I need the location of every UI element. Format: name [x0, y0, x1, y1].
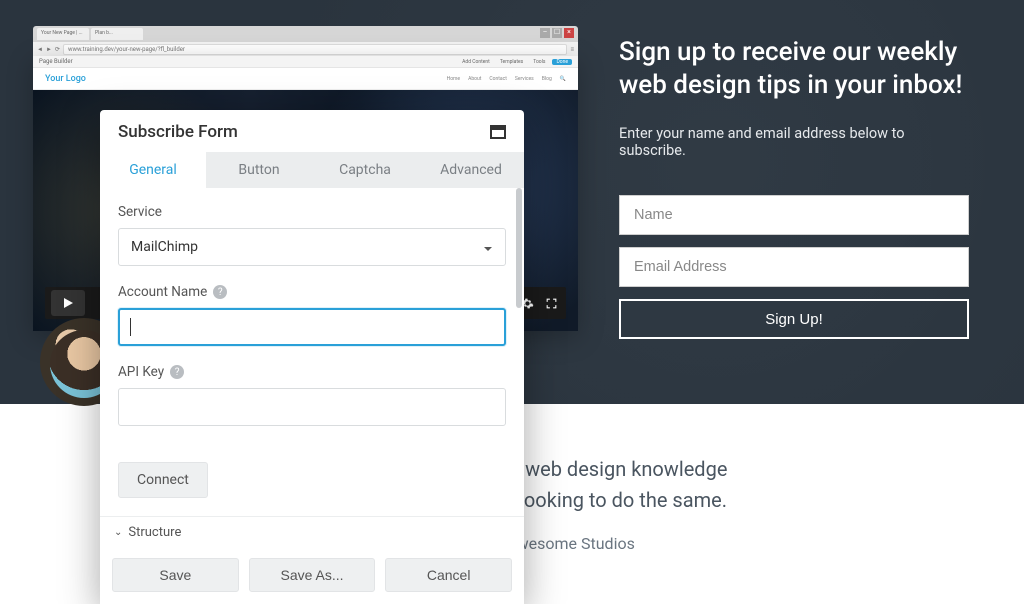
scrollbar[interactable]: [516, 188, 522, 308]
api-key-input[interactable]: [129, 399, 495, 415]
back-icon[interactable]: ◄: [37, 46, 43, 53]
name-input[interactable]: [634, 207, 954, 223]
toolbar-add-content[interactable]: Add Content: [459, 59, 493, 65]
toolbar-done[interactable]: Done: [552, 59, 572, 65]
connect-button[interactable]: Connect: [118, 462, 208, 498]
play-button[interactable]: [51, 290, 85, 316]
service-value: MailChimp: [131, 239, 198, 255]
browser-tab[interactable]: Your New Page | ...: [37, 28, 89, 40]
modal-title: Subscribe Form: [118, 122, 238, 142]
headline: Sign up to receive our weekly web design…: [619, 36, 969, 101]
browser-tab[interactable]: Plan b...: [91, 28, 143, 40]
toolbar-tools[interactable]: Tools: [530, 59, 548, 65]
modal-tabs: General Button Captcha Advanced: [100, 152, 524, 188]
signup-button[interactable]: Sign Up!: [619, 299, 969, 339]
save-button[interactable]: Save: [112, 558, 239, 592]
account-name-input[interactable]: [131, 319, 494, 335]
site-nav: Home About Contact Services Blog 🔍: [447, 76, 566, 82]
structure-toggle[interactable]: ⌄ Structure: [100, 516, 524, 548]
maximize-icon[interactable]: ☐: [552, 28, 562, 38]
name-field[interactable]: [619, 195, 969, 235]
email-field[interactable]: [619, 247, 969, 287]
forward-icon[interactable]: ►: [46, 46, 52, 53]
nav-item[interactable]: Home: [447, 76, 460, 82]
tab-advanced[interactable]: Advanced: [418, 152, 524, 188]
service-select[interactable]: MailChimp: [118, 228, 506, 266]
modal-footer: Save Save As... Cancel: [100, 548, 524, 604]
chevron-down-icon: ⌄: [114, 527, 122, 538]
menu-icon[interactable]: ≡: [570, 46, 574, 53]
tab-general[interactable]: General: [100, 152, 206, 188]
browser-tabs: Your New Page | ... Plan b...: [33, 26, 578, 42]
chevron-down-icon: [483, 242, 493, 252]
close-icon[interactable]: ×: [564, 28, 574, 38]
window-icon[interactable]: [490, 125, 506, 139]
account-name-label: Account Name ?: [118, 284, 506, 300]
help-icon[interactable]: ?: [213, 285, 227, 299]
subscribe-form-modal: Subscribe Form General Button Captcha Ad…: [100, 110, 524, 604]
browser-chrome: – ☐ × Your New Page | ... Plan b... ◄ ► …: [33, 26, 578, 56]
window-controls: – ☐ ×: [540, 28, 574, 38]
site-logo: Your Logo: [45, 74, 86, 84]
url-field[interactable]: www.training.dev/your-new-page/?fl_build…: [63, 44, 568, 55]
app-title: Page Builder: [39, 58, 73, 65]
minimize-icon[interactable]: –: [540, 28, 550, 38]
nav-item[interactable]: Blog: [542, 76, 552, 82]
api-key-label: API Key ?: [118, 364, 506, 380]
subheadline: Enter your name and email address below …: [619, 125, 969, 159]
nav-item[interactable]: About: [468, 76, 481, 82]
reload-icon[interactable]: ⟳: [55, 46, 60, 53]
fullscreen-icon[interactable]: [542, 294, 560, 312]
account-name-field[interactable]: [118, 308, 506, 346]
tab-button[interactable]: Button: [206, 152, 312, 188]
nav-item[interactable]: Contact: [489, 76, 506, 82]
cancel-button[interactable]: Cancel: [385, 558, 512, 592]
signup-column: Sign up to receive our weekly web design…: [619, 36, 969, 339]
service-label: Service: [118, 204, 506, 220]
email-input[interactable]: [634, 259, 954, 275]
nav-item[interactable]: Services: [515, 76, 534, 82]
help-icon[interactable]: ?: [170, 365, 184, 379]
modal-header: Subscribe Form: [100, 110, 524, 152]
address-bar: ◄ ► ⟳ www.training.dev/your-new-page/?fl…: [33, 42, 578, 56]
search-icon[interactable]: 🔍: [560, 76, 566, 82]
site-header: Your Logo Home About Contact Services Bl…: [33, 68, 578, 90]
save-as-button[interactable]: Save As...: [249, 558, 376, 592]
modal-body: Service MailChimp Account Name ? API Key…: [100, 188, 524, 516]
api-key-field[interactable]: [118, 388, 506, 426]
tab-captcha[interactable]: Captcha: [312, 152, 418, 188]
toolbar-templates[interactable]: Templates: [497, 59, 526, 65]
builder-toolbar: Page Builder Add Content Templates Tools…: [33, 56, 578, 68]
